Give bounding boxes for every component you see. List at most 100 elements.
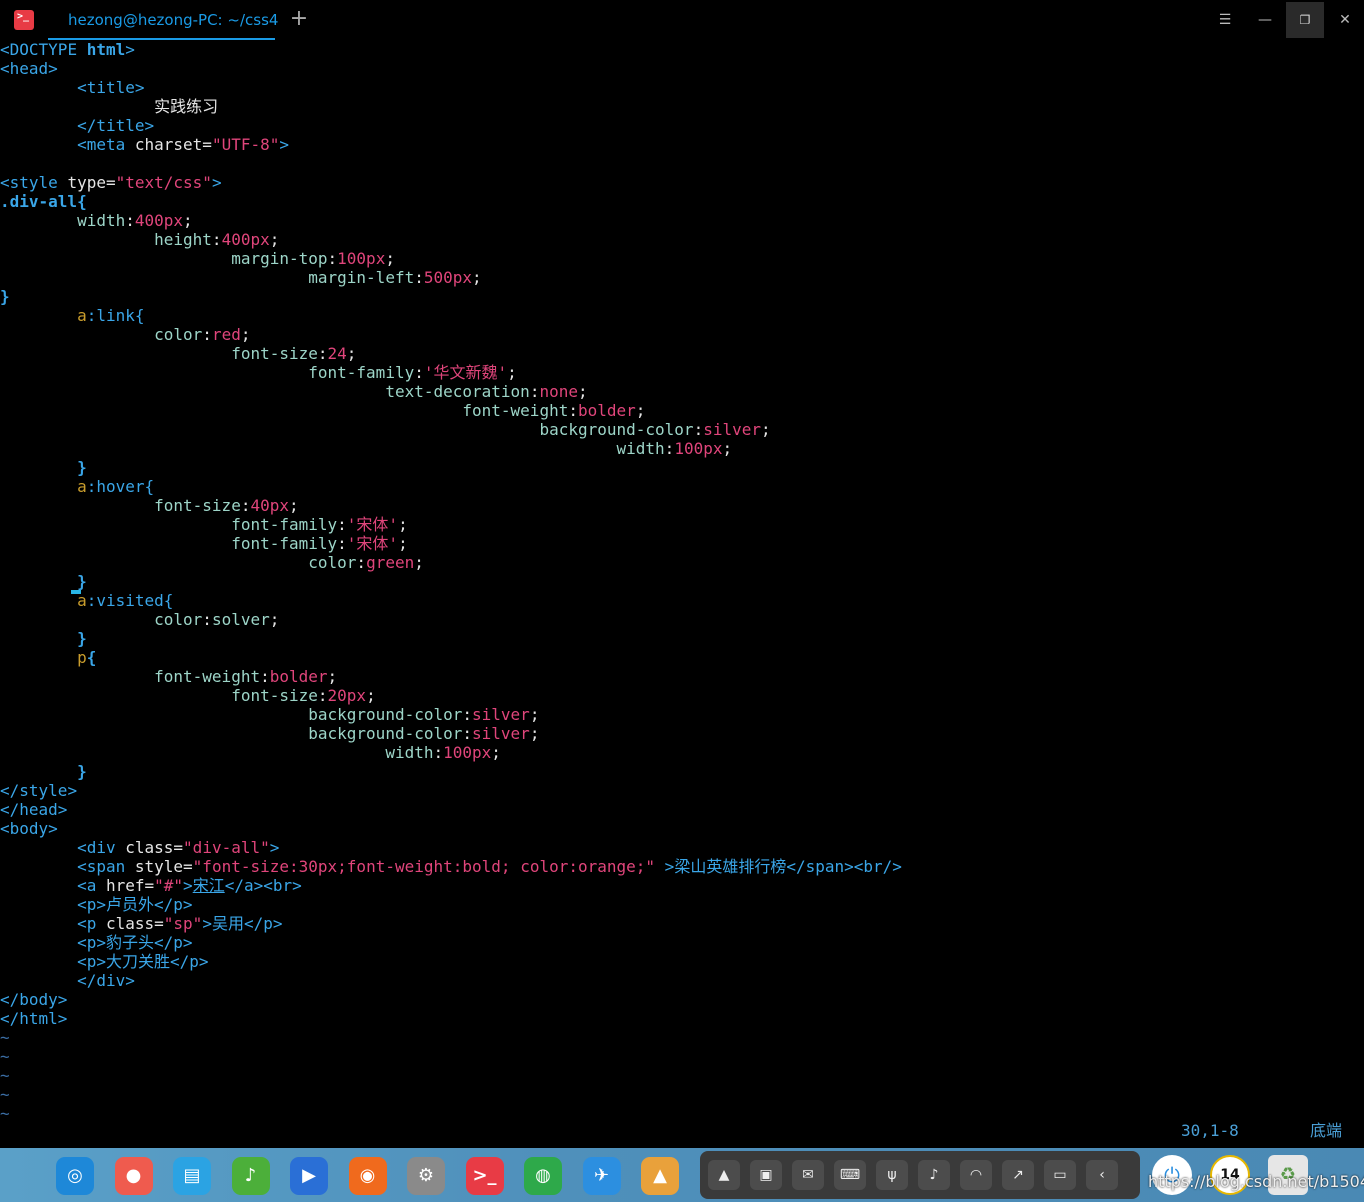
menu-icon[interactable]: ☰ bbox=[1212, 8, 1238, 32]
empty-buffer-line: ~ bbox=[0, 1028, 10, 1047]
text-cursor bbox=[71, 590, 81, 594]
code-line: <body> bbox=[0, 819, 58, 838]
code-line: <p class="sp">吴用</p> bbox=[0, 914, 283, 933]
code-line: margin-top:100px; bbox=[0, 249, 395, 268]
code-line: font-size:20px; bbox=[0, 686, 376, 705]
screen-recorder-glyph: ● bbox=[125, 1165, 142, 1186]
tray-item-icon[interactable]: ◠ bbox=[960, 1160, 992, 1190]
code-line: font-family:'华文新魏'; bbox=[0, 363, 517, 382]
tray-item-icon[interactable]: ↗ bbox=[1002, 1160, 1034, 1190]
code-line: <style type="text/css"> bbox=[0, 173, 222, 192]
minimize-button[interactable]: — bbox=[1252, 8, 1278, 32]
settings-glyph: ⚙ bbox=[417, 1165, 435, 1186]
new-tab-button[interactable]: + bbox=[288, 6, 310, 32]
maximize-button[interactable]: ❐ bbox=[1286, 2, 1324, 38]
code-line: <span style="font-size:30px;font-weight:… bbox=[0, 857, 902, 876]
code-line: text-decoration:none; bbox=[0, 382, 588, 401]
watermark-text: https://blog.csdn.net/b150461 bbox=[1148, 1172, 1364, 1191]
firefox-icon[interactable]: ◉ bbox=[348, 1157, 387, 1195]
tray-item-icon[interactable]: ‹ bbox=[1086, 1160, 1118, 1190]
tray-item-icon[interactable]: ♪ bbox=[918, 1160, 950, 1190]
code-line: font-size:24; bbox=[0, 344, 357, 363]
mail-icon[interactable]: ✈ bbox=[582, 1157, 621, 1195]
image-viewer-glyph: ▲ bbox=[653, 1165, 667, 1186]
tray-item-icon[interactable]: ⌨ bbox=[834, 1160, 866, 1190]
code-line: .div-all{ bbox=[0, 192, 87, 211]
code-line: height:400px; bbox=[0, 230, 280, 249]
launcher-glyph: ◎ bbox=[67, 1165, 83, 1186]
launcher-icon[interactable]: ◎ bbox=[56, 1157, 94, 1195]
code-line: </div> bbox=[0, 971, 135, 990]
code-line: background-color:silver; bbox=[0, 724, 540, 743]
code-line: </body> bbox=[0, 990, 68, 1009]
close-button[interactable]: ✕ bbox=[1332, 8, 1358, 32]
code-line: a:link{ bbox=[0, 306, 145, 325]
music-glyph: ♪ bbox=[244, 1165, 257, 1186]
code-line: width:100px; bbox=[0, 439, 733, 458]
code-line: <p>豹子头</p> bbox=[0, 933, 193, 952]
code-line: 实践练习 bbox=[0, 97, 219, 116]
terminal-icon[interactable]: >_ bbox=[465, 1157, 504, 1195]
vim-editor-buffer[interactable]: <DOCTYPE html> <head> <title> 实践练习 </tit… bbox=[0, 40, 1364, 1123]
code-line: font-family:'宋体'; bbox=[0, 534, 408, 553]
code-line: <a href="#">宋江</a><br> bbox=[0, 876, 302, 895]
empty-buffer-line: ~ bbox=[0, 1104, 10, 1123]
settings-icon[interactable]: ⚙ bbox=[407, 1157, 445, 1195]
app-store-glyph: ▤ bbox=[183, 1165, 201, 1186]
tray-item-icon[interactable]: ✉ bbox=[792, 1160, 824, 1190]
code-line: </style> bbox=[0, 781, 78, 800]
dock-app-list: ◎ ● ▤ ♪ ▶ ◉ ⚙ >_ ◍ ✈ ▲ bbox=[46, 1151, 696, 1199]
tab-terminal-session[interactable]: hezong@hezong-PC: ~/css4 bbox=[48, 0, 279, 40]
tab-title: hezong@hezong-PC: ~/css4 bbox=[68, 11, 279, 29]
empty-buffer-line: ~ bbox=[0, 1047, 10, 1066]
mail-glyph: ✈ bbox=[593, 1165, 610, 1186]
code-line: font-family:'宋体'; bbox=[0, 515, 408, 534]
code-line: a:visited{ bbox=[0, 591, 174, 610]
code-line: p{ bbox=[0, 648, 97, 667]
tray-item-icon[interactable]: ψ bbox=[876, 1160, 908, 1190]
code-line: } bbox=[0, 458, 87, 477]
video-glyph: ▶ bbox=[302, 1165, 316, 1186]
code-line: font-weight:bolder; bbox=[0, 667, 338, 686]
tray-item-icon[interactable]: ▣ bbox=[750, 1160, 782, 1190]
music-icon[interactable]: ♪ bbox=[231, 1157, 270, 1195]
screen-recorder-icon[interactable]: ● bbox=[114, 1157, 153, 1195]
code-line: margin-left:500px; bbox=[0, 268, 482, 287]
status-scroll-indicator: 底端 bbox=[1310, 1121, 1343, 1140]
code-line: width:100px; bbox=[0, 743, 501, 762]
code-line: <div class="div-all"> bbox=[0, 838, 280, 857]
code-line: color:green; bbox=[0, 553, 424, 572]
code-line: font-size:40px; bbox=[0, 496, 299, 515]
code-line: a:hover{ bbox=[0, 477, 155, 496]
image-viewer-icon[interactable]: ▲ bbox=[641, 1157, 679, 1195]
code-line: </head> bbox=[0, 800, 68, 819]
tray-item-icon[interactable]: ▭ bbox=[1044, 1160, 1076, 1190]
code-line: color:solver; bbox=[0, 610, 280, 629]
code-line: <p>大刀关胜</p> bbox=[0, 952, 209, 971]
code-line: </title> bbox=[0, 116, 155, 135]
firefox-glyph: ◉ bbox=[359, 1165, 376, 1186]
terminal-glyph: >_ bbox=[472, 1165, 497, 1186]
empty-buffer-line: ~ bbox=[0, 1066, 10, 1085]
app-store-icon[interactable]: ▤ bbox=[173, 1157, 211, 1195]
code-line: <head> bbox=[0, 59, 58, 78]
empty-buffer-line: ~ bbox=[0, 1085, 10, 1104]
title-bar: >_ hezong@hezong-PC: ~/css4 + ☰ — ❐ ✕ bbox=[0, 0, 1364, 40]
code-line: <meta charset="UTF-8"> bbox=[0, 135, 290, 154]
code-line: } bbox=[0, 572, 87, 591]
code-line: font-weight:bolder; bbox=[0, 401, 646, 420]
code-line: } bbox=[0, 629, 87, 648]
code-line: } bbox=[0, 762, 87, 781]
code-line: background-color:silver; bbox=[0, 705, 540, 724]
code-line: </html> bbox=[0, 1009, 68, 1028]
code-line: width:400px; bbox=[0, 211, 193, 230]
code-line: <title> bbox=[0, 78, 145, 97]
chrome-glyph: ◍ bbox=[535, 1165, 551, 1186]
chrome-icon[interactable]: ◍ bbox=[524, 1157, 562, 1195]
code-line: <p>卢员外</p> bbox=[0, 895, 193, 914]
tray-item-icon[interactable]: ▲ bbox=[708, 1160, 740, 1190]
code-line: <DOCTYPE html> bbox=[0, 40, 135, 59]
status-position: 30,1-8 bbox=[1181, 1121, 1239, 1140]
video-icon[interactable]: ▶ bbox=[290, 1157, 328, 1195]
